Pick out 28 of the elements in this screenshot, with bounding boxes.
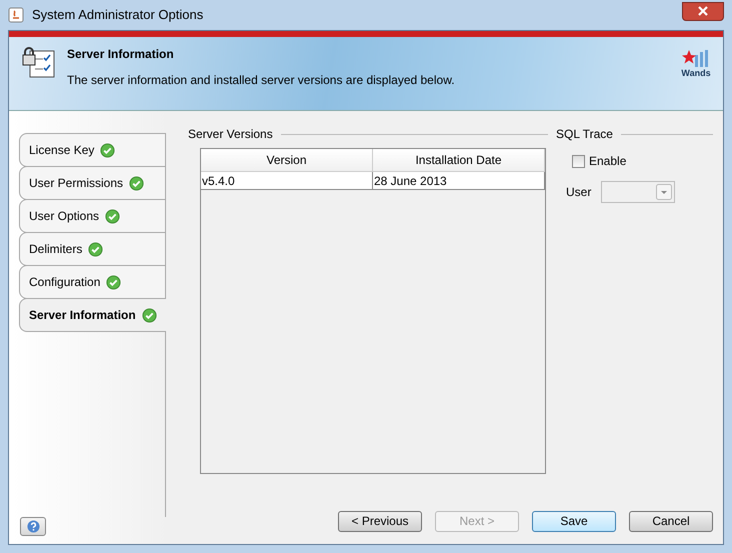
checkbox-label: Enable bbox=[589, 153, 626, 170]
dialog-button[interactable]: < Previous bbox=[338, 510, 422, 532]
help-button[interactable] bbox=[20, 517, 46, 536]
step-tab[interactable]: Configuration bbox=[19, 265, 166, 299]
close-button[interactable] bbox=[682, 2, 724, 20]
help-icon bbox=[26, 520, 40, 533]
step-tab[interactable]: User Options bbox=[19, 199, 166, 233]
close-icon bbox=[698, 6, 708, 16]
wands-logo: Wands bbox=[681, 45, 711, 110]
checklist-lock-icon bbox=[21, 45, 55, 79]
table-cell: 28 June 2013 bbox=[373, 172, 545, 189]
window-title: System Administrator Options bbox=[32, 6, 204, 24]
step-tab[interactable]: Delimiters bbox=[19, 232, 166, 266]
dialog-button[interactable]: Cancel bbox=[629, 510, 713, 532]
app-icon bbox=[8, 7, 24, 23]
dialog-button[interactable]: Save bbox=[532, 510, 616, 532]
header-title: Server Information bbox=[67, 46, 175, 63]
step-tab[interactable]: License Key bbox=[19, 133, 166, 167]
header-description: The server information and installed server versions are displayed below. bbox=[67, 72, 456, 89]
column-header[interactable]: Version bbox=[201, 149, 373, 171]
group-title: Server Versions bbox=[188, 126, 273, 143]
table-cell: v5.4.0 bbox=[201, 172, 373, 189]
step-tab[interactable]: Server Information bbox=[19, 298, 166, 332]
step-tab[interactable]: User Permissions bbox=[19, 166, 166, 200]
column-header[interactable]: Installation Date bbox=[373, 149, 545, 171]
enable-checkbox[interactable] bbox=[572, 154, 585, 168]
group-title: SQL Trace bbox=[556, 126, 613, 143]
field-label: User bbox=[566, 184, 592, 201]
